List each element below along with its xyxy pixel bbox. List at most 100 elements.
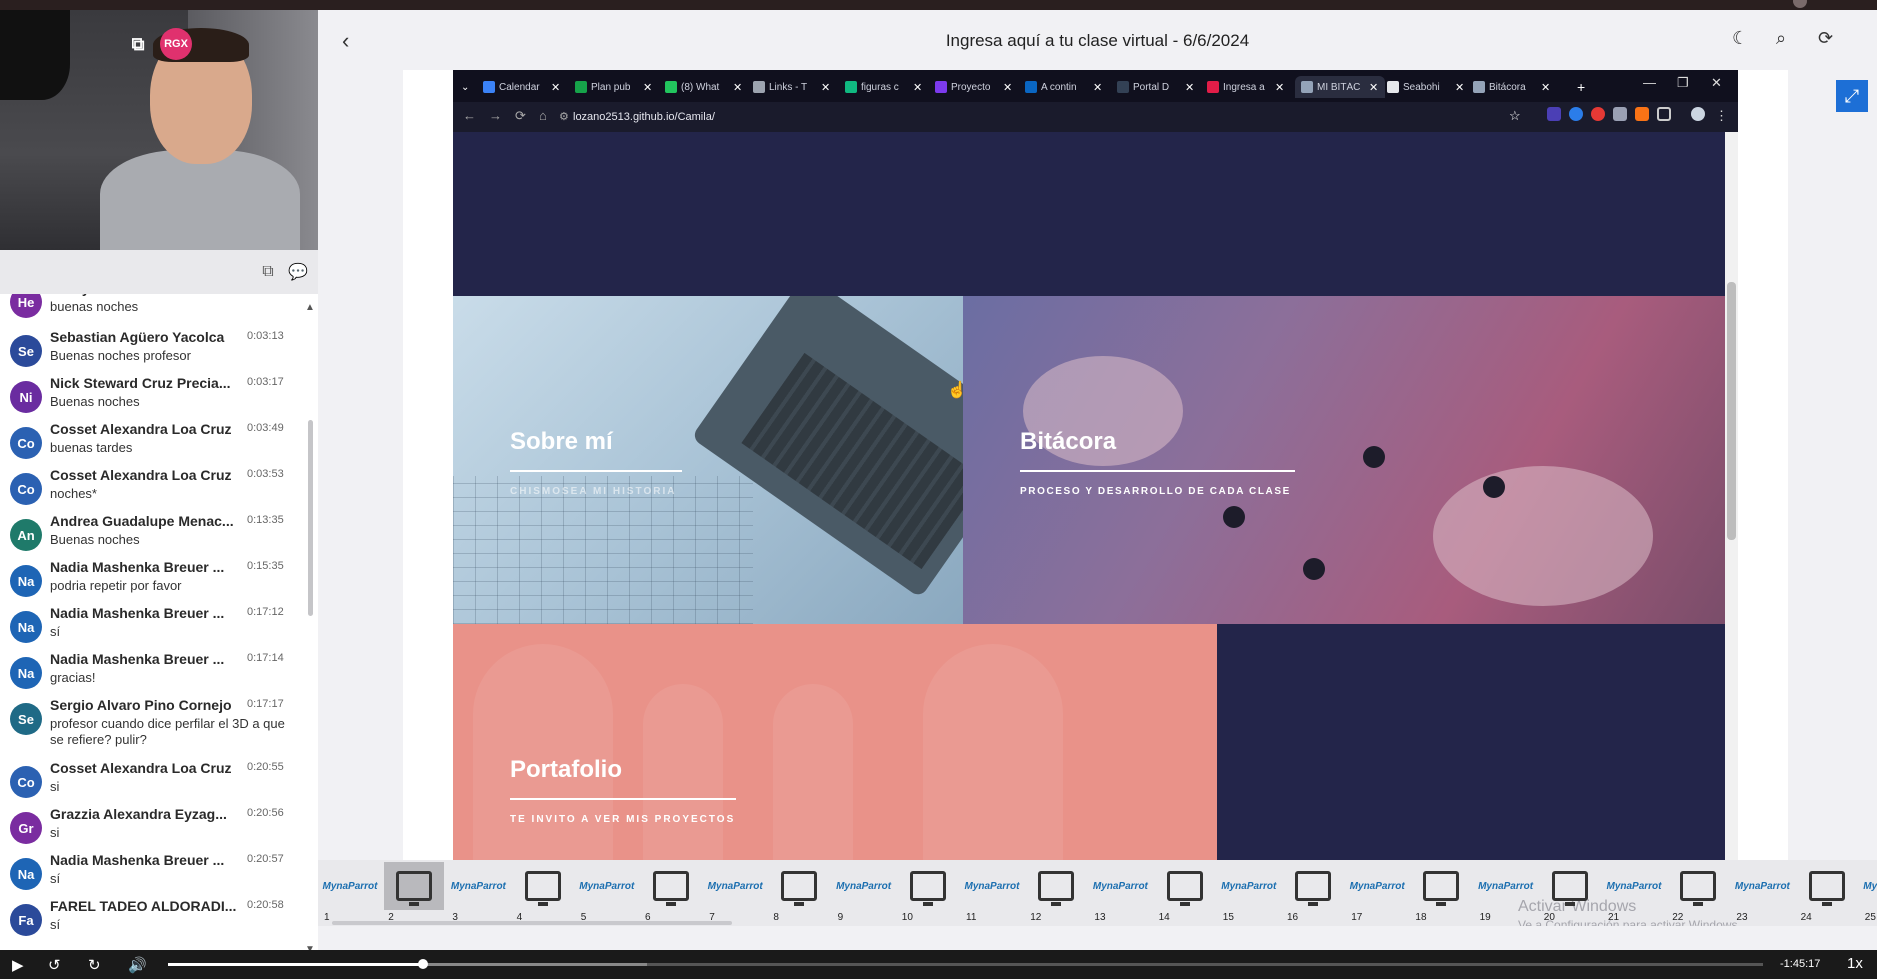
browser-tab[interactable]: Calendar ✕ xyxy=(483,76,567,98)
url-text[interactable]: lozano2513.github.io/Camila/ xyxy=(573,111,715,123)
rewind-icon[interactable]: ↺ xyxy=(48,956,61,974)
slide-thumbnail[interactable] xyxy=(1797,862,1857,910)
tab-favicon-icon xyxy=(483,81,495,93)
picture-in-picture-icon[interactable]: ⧉ xyxy=(122,28,154,60)
bookmark-star-icon[interactable]: ☆ xyxy=(1509,108,1521,124)
browser-tab[interactable]: Ingresa a ✕ xyxy=(1207,76,1291,98)
slide-thumbnail[interactable]: MynaParrot xyxy=(1090,862,1150,910)
user-badge[interactable]: RGX xyxy=(160,28,192,60)
volume-icon[interactable]: 🔊 xyxy=(128,956,147,974)
browser-tab[interactable]: Proyecto ✕ xyxy=(935,76,1019,98)
profile-icon[interactable] xyxy=(1691,107,1705,121)
mynaparrot-logo: MynaParrot xyxy=(1734,880,1790,892)
slide-thumbnail[interactable]: MynaParrot xyxy=(577,862,637,910)
slide-thumbnail[interactable]: MynaParrot xyxy=(320,862,380,910)
progress-slider[interactable] xyxy=(168,959,1763,969)
close-window-icon[interactable]: ✕ xyxy=(1711,75,1722,91)
slide-thumbnail[interactable] xyxy=(1411,862,1471,910)
search-icon[interactable]: ⌕ xyxy=(1776,28,1786,49)
slide-thumbnail[interactable]: MynaParrot xyxy=(448,862,508,910)
scroll-up-icon[interactable]: ▲ xyxy=(305,302,315,313)
slide-number: 17 xyxy=(1351,912,1363,923)
slide-thumbnail[interactable]: MynaParrot xyxy=(1861,862,1877,910)
new-tab-button[interactable]: + xyxy=(1577,76,1585,98)
slide-thumbnail[interactable] xyxy=(898,862,958,910)
slide-thumbnail[interactable] xyxy=(513,862,573,910)
slide-thumbnail[interactable] xyxy=(769,862,829,910)
tab-close-icon[interactable]: ✕ xyxy=(913,81,922,94)
nav-back-icon[interactable]: ← xyxy=(463,108,476,123)
forward-icon[interactable]: ↻ xyxy=(88,956,101,974)
slide-thumbnail[interactable]: MynaParrot xyxy=(834,862,894,910)
slide-thumbnail[interactable]: MynaParrot xyxy=(1732,862,1792,910)
nav-forward-icon[interactable]: → xyxy=(489,108,502,123)
molecule-ball xyxy=(1483,476,1505,498)
slide-thumbnail[interactable]: MynaParrot xyxy=(1476,862,1536,910)
slide-thumbnail[interactable] xyxy=(1668,862,1728,910)
extension-icon[interactable] xyxy=(1569,107,1583,121)
browser-tab[interactable]: (8) What ✕ xyxy=(665,76,749,98)
dark-mode-icon[interactable]: ☾ xyxy=(1732,28,1748,49)
chat-scroll-thumb[interactable] xyxy=(308,420,313,616)
play-icon[interactable]: ▶ xyxy=(12,956,24,974)
browser-tab[interactable]: Bitácora ✕ xyxy=(1473,76,1557,98)
browser-tab[interactable]: Links - T ✕ xyxy=(753,76,837,98)
site-settings-icon[interactable]: ⚙ xyxy=(559,110,569,123)
browser-tab[interactable]: figuras c ✕ xyxy=(845,76,929,98)
browser-tab[interactable]: Portal D ✕ xyxy=(1117,76,1201,98)
tab-close-icon[interactable]: ✕ xyxy=(551,81,560,94)
page-scroll-thumb[interactable] xyxy=(1727,282,1736,540)
tile-bitacora[interactable]: Bitácora PROCESO Y DESARROLLO DE CADA CL… xyxy=(963,296,1725,624)
tab-close-icon[interactable]: ✕ xyxy=(1455,81,1464,94)
profile-dot[interactable] xyxy=(1793,0,1807,8)
chat-bubbles-icon[interactable]: 💬 xyxy=(286,260,310,284)
tab-close-icon[interactable]: ✕ xyxy=(1275,81,1284,94)
extensions-puzzle-icon[interactable] xyxy=(1657,107,1671,121)
tab-close-icon[interactable]: ✕ xyxy=(821,81,830,94)
tab-close-icon[interactable]: ✕ xyxy=(643,81,652,94)
more-menu-icon[interactable]: ⋮ xyxy=(1715,108,1728,124)
tile-sobre-mi[interactable]: Sobre mí CHISMOSEA MI HISTORIA xyxy=(453,296,963,624)
tab-close-icon[interactable]: ✕ xyxy=(1003,81,1012,94)
slide-thumbnail[interactable]: MynaParrot xyxy=(1219,862,1279,910)
slide-thumbnail[interactable]: MynaParrot xyxy=(962,862,1022,910)
extension-icon[interactable] xyxy=(1547,107,1561,121)
tab-close-icon[interactable]: ✕ xyxy=(733,81,742,94)
slide-thumbnail[interactable] xyxy=(1026,862,1086,910)
restore-icon[interactable]: ❐ xyxy=(1677,75,1689,91)
tab-list-chevron-icon[interactable]: ⌄ xyxy=(461,76,475,98)
reload-icon[interactable]: ⟳ xyxy=(515,108,526,124)
minimize-icon[interactable]: — xyxy=(1643,75,1656,90)
tile-portafolio[interactable]: Portafolio TE INVITO A VER MIS PROYECTOS xyxy=(453,624,1217,860)
browser-tab[interactable]: Seabohi ✕ xyxy=(1387,76,1471,98)
page-scrollbar[interactable] xyxy=(1725,132,1738,860)
tab-close-icon[interactable]: ✕ xyxy=(1185,81,1194,94)
chat-toolbar: ⧉ 💬 xyxy=(0,250,318,294)
fullscreen-icon[interactable]: ⤢ xyxy=(1836,80,1868,112)
browser-tab[interactable]: MI BITÁC ✕ xyxy=(1295,76,1385,98)
browser-tab[interactable]: Plan pub ✕ xyxy=(575,76,659,98)
copy-icon[interactable]: ⧉ xyxy=(256,260,280,284)
playback-rate[interactable]: 1x xyxy=(1847,955,1863,972)
slide-thumbnail[interactable]: MynaParrot xyxy=(705,862,765,910)
home-icon[interactable]: ⌂ xyxy=(539,108,547,123)
tab-favicon-icon xyxy=(845,81,857,93)
tab-close-icon[interactable]: ✕ xyxy=(1369,81,1378,94)
tab-close-icon[interactable]: ✕ xyxy=(1093,81,1102,94)
slide-thumbnail[interactable]: MynaParrot xyxy=(1604,862,1664,910)
chat-list[interactable]: HeHenry Leonnele Salazar L...0:02:55buen… xyxy=(0,294,318,950)
slide-thumbnail[interactable] xyxy=(641,862,701,910)
chat-scrollbar[interactable]: ▲ ▼ xyxy=(305,302,315,955)
slide-thumbnail[interactable]: MynaParrot xyxy=(1347,862,1407,910)
slide-thumbnail[interactable] xyxy=(1540,862,1600,910)
extension-icon[interactable] xyxy=(1591,107,1605,121)
progress-knob[interactable] xyxy=(418,959,429,969)
tab-close-icon[interactable]: ✕ xyxy=(1541,81,1550,94)
browser-tab[interactable]: A contin ✕ xyxy=(1025,76,1109,98)
slide-thumbnail[interactable] xyxy=(1155,862,1215,910)
slide-thumbnail[interactable] xyxy=(384,862,445,910)
slide-thumbnail[interactable] xyxy=(1283,862,1343,910)
sync-icon[interactable]: ⟳ xyxy=(1818,28,1833,49)
microphone-icon[interactable] xyxy=(1613,107,1627,121)
extension-icon[interactable] xyxy=(1635,107,1649,121)
